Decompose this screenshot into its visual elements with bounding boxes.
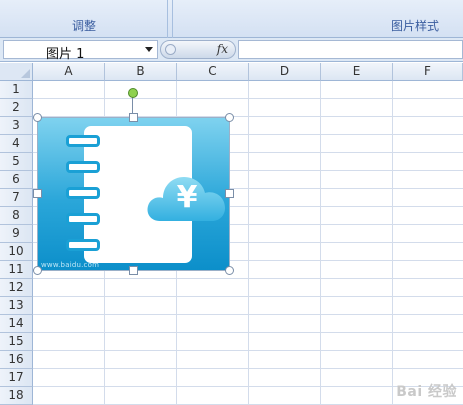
ribbon-group-picture-styles: 图片样式 (172, 0, 463, 38)
baidu-watermark: Bai 经验 (396, 384, 457, 400)
row-header-3[interactable]: 3 (0, 117, 33, 135)
row-header-15[interactable]: 15 (0, 333, 33, 351)
resize-handle-left[interactable] (33, 189, 42, 198)
row-header-18[interactable]: 18 (0, 387, 33, 405)
picture-caption: www.baidu.com (41, 261, 100, 269)
ribbon-bar: 调整 图片样式 (0, 0, 463, 38)
column-header-a[interactable]: A (33, 63, 105, 81)
row-header-16[interactable]: 16 (0, 351, 33, 369)
row-header-9[interactable]: 9 (0, 225, 33, 243)
spine-tab-icon (66, 213, 100, 225)
selected-picture[interactable]: ¥ www.baidu.com (37, 117, 230, 271)
column-header-f[interactable]: F (393, 63, 463, 81)
select-all-icon (21, 69, 30, 78)
resize-handle-top-right[interactable] (225, 113, 234, 122)
ribbon-group-adjust: 调整 (0, 0, 168, 38)
row-header-10[interactable]: 10 (0, 243, 33, 261)
resize-handle-bottom-left[interactable] (33, 266, 42, 275)
ribbon-group-picture-styles-label: 图片样式 (390, 19, 439, 33)
column-header-e[interactable]: E (321, 63, 393, 81)
row-header-6[interactable]: 6 (0, 171, 33, 189)
row-header-14[interactable]: 14 (0, 315, 33, 333)
formula-input[interactable] (238, 40, 463, 59)
rotate-handle[interactable] (128, 88, 138, 98)
formula-bar: 图片 1 fx (0, 38, 463, 62)
resize-handle-top[interactable] (129, 113, 138, 122)
spine-tab-icon (66, 239, 100, 251)
insert-function-button[interactable]: fx (217, 42, 228, 56)
row-header-8[interactable]: 8 (0, 207, 33, 225)
resize-handle-bottom-right[interactable] (225, 266, 234, 275)
column-header-c[interactable]: C (177, 63, 249, 81)
row-header-5[interactable]: 5 (0, 153, 33, 171)
row-header-2[interactable]: 2 (0, 99, 33, 117)
name-box-value: 图片 1 (46, 47, 85, 62)
column-header-d[interactable]: D (249, 63, 321, 81)
row-header-1[interactable]: 1 (0, 81, 33, 99)
resize-handle-bottom[interactable] (129, 266, 138, 275)
row-header-11[interactable]: 11 (0, 261, 33, 279)
row-header-13[interactable]: 13 (0, 297, 33, 315)
name-box[interactable]: 图片 1 (3, 40, 158, 62)
resize-handle-right[interactable] (225, 189, 234, 198)
row-header-12[interactable]: 12 (0, 279, 33, 297)
resize-handle-top-left[interactable] (33, 113, 42, 122)
yuan-symbol: ¥ (176, 180, 198, 215)
cloud-icon: ¥ (146, 169, 230, 229)
row-header-7[interactable]: 7 (0, 189, 33, 207)
column-header-b[interactable]: B (105, 63, 177, 81)
select-all-button[interactable] (0, 63, 33, 81)
expand-formula-icon[interactable] (165, 44, 176, 55)
row-header-17[interactable]: 17 (0, 369, 33, 387)
formula-controls: fx (160, 40, 236, 59)
spine-tab-icon (66, 161, 100, 173)
spine-tab-icon (66, 135, 100, 147)
notebook-illustration: ¥ (84, 126, 225, 263)
row-header-4[interactable]: 4 (0, 135, 33, 153)
spine-tab-icon (66, 187, 100, 199)
chevron-down-icon[interactable] (145, 47, 153, 52)
ribbon-group-adjust-label: 调整 (72, 19, 97, 33)
